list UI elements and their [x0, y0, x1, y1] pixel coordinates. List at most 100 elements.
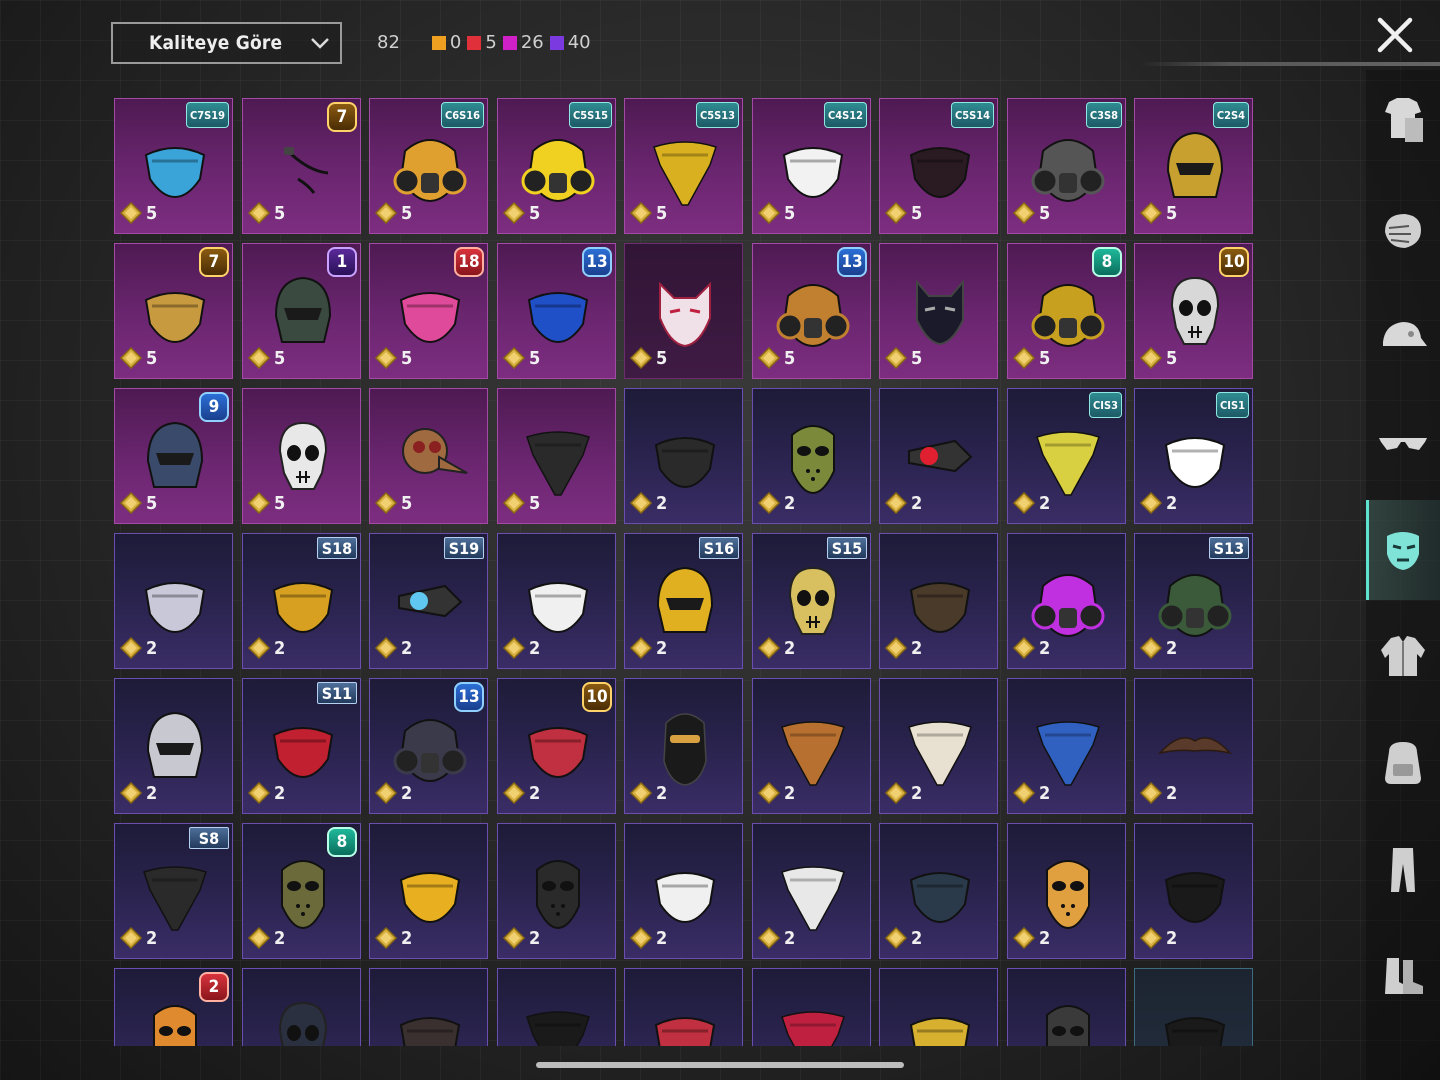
inventory-item[interactable]: 2 — [624, 823, 743, 959]
inventory-item[interactable]: CIS3 2 — [1007, 388, 1126, 524]
inventory-item[interactable]: S13 2 — [1134, 533, 1253, 669]
inventory-item[interactable]: S8 2 — [114, 823, 233, 959]
backpack-tab[interactable] — [1366, 712, 1440, 812]
item-cost: 2 — [374, 781, 412, 805]
inventory-item[interactable]: 18 5 — [369, 243, 488, 379]
inventory-item[interactable]: 2 — [1134, 678, 1253, 814]
header-divider — [1140, 62, 1440, 66]
inventory-item[interactable]: 2 — [114, 533, 233, 669]
inventory-item[interactable]: 10 2 — [497, 678, 616, 814]
eyewear-tab[interactable] — [1366, 394, 1440, 494]
inventory-item[interactable]: C5S15 5 — [497, 98, 616, 234]
inventory-item[interactable]: 2 — [879, 533, 998, 669]
inventory-item[interactable]: S15 2 — [752, 533, 871, 669]
cost-value: 5 — [656, 347, 668, 369]
currency-icon — [374, 926, 398, 950]
cost-value: 2 — [1166, 637, 1178, 659]
pants-tab[interactable] — [1366, 820, 1440, 920]
inventory-item[interactable]: S16 2 — [624, 533, 743, 669]
inventory-item[interactable]: 2 — [752, 388, 871, 524]
inventory-item[interactable]: C2S4 5 — [1134, 98, 1253, 234]
inventory-item[interactable]: S18 2 — [242, 533, 361, 669]
inventory-item[interactable] — [1007, 968, 1126, 1046]
item-cost: 2 — [119, 926, 157, 950]
cost-value: 5 — [656, 202, 668, 224]
inventory-item[interactable] — [242, 968, 361, 1046]
cost-value: 2 — [1166, 927, 1178, 949]
inventory-item[interactable]: 2 — [879, 678, 998, 814]
cost-value: 5 — [274, 202, 286, 224]
mask-icon — [527, 727, 589, 779]
inventory-item[interactable]: 2 — [624, 388, 743, 524]
inventory-item[interactable]: S11 2 — [242, 678, 361, 814]
inventory-item[interactable] — [369, 968, 488, 1046]
inventory-item[interactable]: 13 5 — [497, 243, 616, 379]
currency-icon — [884, 781, 908, 805]
inventory-item[interactable]: 2 — [752, 823, 871, 959]
inventory-item[interactable]: 13 2 — [369, 678, 488, 814]
sort-dropdown[interactable]: Kaliteye Göre — [111, 22, 342, 64]
outfit-tab[interactable] — [1366, 70, 1440, 170]
hat-tab[interactable] — [1366, 288, 1440, 388]
inventory-item[interactable]: S19 2 — [369, 533, 488, 669]
balaclava-icon — [663, 713, 707, 786]
jacket-tab[interactable] — [1366, 606, 1440, 706]
item-cost: 5 — [119, 346, 157, 370]
inventory-item[interactable]: C4S12 5 — [752, 98, 871, 234]
inventory-item[interactable]: C7S19 5 — [114, 98, 233, 234]
inventory-item[interactable] — [1134, 968, 1253, 1046]
inventory-item[interactable]: 2 — [114, 678, 233, 814]
inventory-item[interactable] — [497, 968, 616, 1046]
item-badge: C5S14 — [950, 102, 994, 128]
inventory-item[interactable]: 5 — [624, 243, 743, 379]
count-mythic: 5 — [467, 32, 497, 53]
inventory-item[interactable]: 7 5 — [242, 98, 361, 234]
inventory-item[interactable]: 7 5 — [114, 243, 233, 379]
mask-tab[interactable] — [1366, 500, 1440, 600]
close-icon[interactable] — [1372, 12, 1418, 58]
inventory-item[interactable]: 2 — [1007, 823, 1126, 959]
inventory-item[interactable]: 10 5 — [1134, 243, 1253, 379]
face-tab[interactable] — [1366, 182, 1440, 282]
inventory-item[interactable]: C6S16 5 — [369, 98, 488, 234]
inventory-item[interactable]: 2 — [624, 678, 743, 814]
inventory-item[interactable] — [879, 968, 998, 1046]
inventory-item[interactable]: 8 2 — [242, 823, 361, 959]
currency-icon — [247, 491, 271, 515]
inventory-item[interactable]: 2 — [369, 823, 488, 959]
inventory-item[interactable] — [624, 968, 743, 1046]
inventory-item[interactable]: 5 — [879, 243, 998, 379]
inventory-item[interactable]: 5 — [497, 388, 616, 524]
inventory-item[interactable]: C5S14 5 — [879, 98, 998, 234]
bandana-icon — [526, 1011, 590, 1046]
currency-icon — [757, 636, 781, 660]
inventory-item[interactable]: 5 — [242, 388, 361, 524]
inventory-item[interactable]: 2 — [1134, 823, 1253, 959]
currency-icon — [757, 201, 781, 225]
bandana-icon — [1036, 721, 1100, 786]
currency-icon — [884, 926, 908, 950]
inventory-item[interactable]: 2 — [497, 533, 616, 669]
inventory-item[interactable]: 13 5 — [752, 243, 871, 379]
item-cost: 2 — [884, 491, 922, 515]
inventory-item[interactable]: 8 5 — [1007, 243, 1126, 379]
inventory-item[interactable]: 1 5 — [242, 243, 361, 379]
inventory-item[interactable]: 2 — [1007, 678, 1126, 814]
inventory-item[interactable]: 2 — [1007, 533, 1126, 669]
inventory-item[interactable]: 2 — [752, 678, 871, 814]
shoes-tab[interactable] — [1366, 926, 1440, 1026]
inventory-item[interactable]: 2 — [879, 823, 998, 959]
inventory-item[interactable]: CIS1 2 — [1134, 388, 1253, 524]
inventory-item[interactable]: C3S8 5 — [1007, 98, 1126, 234]
inventory-item[interactable]: C5S13 5 — [624, 98, 743, 234]
inventory-item[interactable]: 2 — [879, 388, 998, 524]
inventory-item[interactable] — [752, 968, 871, 1046]
helmet-icon — [1166, 131, 1224, 198]
item-cost: 2 — [757, 636, 795, 660]
item-badge: C7S19 — [185, 102, 229, 128]
inventory-item[interactable]: 2 — [497, 823, 616, 959]
inventory-item[interactable]: 2 — [114, 968, 233, 1046]
currency-icon — [1139, 346, 1163, 370]
inventory-item[interactable]: 9 5 — [114, 388, 233, 524]
inventory-item[interactable]: 5 — [369, 388, 488, 524]
